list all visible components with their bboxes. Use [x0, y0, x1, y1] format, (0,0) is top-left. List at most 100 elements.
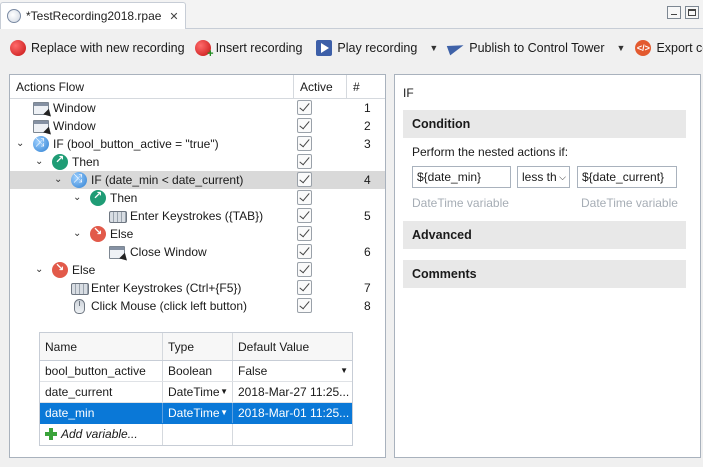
dropdown-arrow-icon[interactable]: ▼: [220, 382, 228, 402]
active-checkbox[interactable]: [297, 280, 312, 295]
variable-name-cell[interactable]: date_current: [40, 382, 163, 402]
action-row[interactable]: ⌄ Then: [10, 189, 385, 207]
collapse-chevron-icon[interactable]: ⌄: [73, 225, 81, 243]
editor-tab-title: *TestRecording2018.rpae: [26, 9, 162, 23]
variable-row-selected[interactable]: date_min DateTime ▼ 2018-Mar-01 11:25...: [40, 403, 352, 424]
type-column-header[interactable]: Type: [163, 333, 233, 360]
action-row[interactable]: Window 1: [10, 99, 385, 117]
record-add-icon: [194, 40, 214, 60]
then-branch-icon: [90, 189, 106, 206]
editor-tab-bar: *TestRecording2018.rpae ✕: [0, 0, 703, 29]
collapse-chevron-icon[interactable]: ⌄: [35, 261, 43, 279]
else-branch-icon: [90, 225, 106, 242]
dropdown-arrow-icon[interactable]: ▼: [340, 361, 348, 381]
active-checkbox[interactable]: [297, 208, 312, 223]
condition-icon: [71, 171, 87, 188]
variable-default-cell[interactable]: 2018-Mar-27 11:25...: [233, 382, 352, 402]
chevron-down-icon: ⌵: [559, 172, 566, 182]
window-icon: [33, 102, 49, 115]
perform-label: Perform the nested actions if:: [412, 145, 569, 159]
variable-name-cell[interactable]: bool_button_active: [40, 361, 163, 381]
close-tab-icon[interactable]: ✕: [169, 10, 178, 23]
action-row[interactable]: Close Window 6: [10, 243, 385, 261]
action-row[interactable]: Enter Keystrokes ({TAB}) 5: [10, 207, 385, 225]
variables-table: Name Type Default Value bool_button_acti…: [39, 332, 353, 446]
active-column-header[interactable]: Active: [294, 75, 347, 99]
dropdown-arrow-icon[interactable]: ▼: [220, 403, 228, 423]
publish-dropdown-icon[interactable]: ▼: [617, 43, 626, 53]
publish-button[interactable]: Publish to Control Tower: [444, 36, 608, 60]
actions-flow-column-header[interactable]: Actions Flow: [10, 75, 294, 99]
replace-recording-button[interactable]: Replace with new recording: [6, 36, 189, 60]
plus-icon: [45, 428, 57, 440]
condition-icon: [33, 135, 49, 152]
play-recording-button[interactable]: Play recording: [312, 36, 421, 60]
active-checkbox[interactable]: [297, 136, 312, 151]
empty-cell: [163, 424, 233, 445]
variable-type-cell[interactable]: DateTime ▼: [163, 382, 233, 402]
minimize-button[interactable]: [667, 6, 681, 19]
operator-select[interactable]: less th ⌵: [517, 166, 570, 188]
action-row[interactable]: Enter Keystrokes (Ctrl+{F5}) 7: [10, 279, 385, 297]
active-checkbox[interactable]: [297, 154, 312, 169]
properties-panel: IF Condition Perform the nested actions …: [394, 74, 701, 458]
action-row[interactable]: Click Mouse (click left button) 8: [10, 297, 385, 315]
variables-header: Name Type Default Value: [40, 333, 352, 361]
empty-cell: [233, 424, 352, 445]
add-variable-row[interactable]: Add variable...: [40, 424, 352, 445]
actions-flow-header: Actions Flow Active #: [10, 75, 385, 99]
variable-default-cell[interactable]: False ▼: [233, 361, 352, 381]
paper-plane-icon: [448, 41, 464, 55]
action-row[interactable]: Window 2: [10, 117, 385, 135]
variable-row[interactable]: bool_button_active Boolean False ▼: [40, 361, 352, 382]
comments-section-header[interactable]: Comments: [403, 260, 686, 288]
action-row[interactable]: ⌄ Else: [10, 225, 385, 243]
left-operand-hint: DateTime variable: [412, 196, 509, 210]
name-column-header[interactable]: Name: [40, 333, 163, 360]
collapse-chevron-icon[interactable]: ⌄: [16, 135, 24, 153]
action-row-selected[interactable]: ⌄ IF (date_min < date_current) 4: [10, 171, 385, 189]
record-icon: [10, 40, 26, 56]
collapse-chevron-icon[interactable]: ⌄: [35, 153, 43, 171]
add-variable-link[interactable]: Add variable...: [40, 424, 163, 445]
action-row[interactable]: ⌄ Else: [10, 261, 385, 279]
active-checkbox[interactable]: [297, 298, 312, 313]
right-operand-hint: DateTime variable: [581, 196, 678, 210]
keyboard-icon: [109, 211, 127, 223]
condition-section-header[interactable]: Condition: [403, 110, 686, 138]
active-checkbox[interactable]: [297, 244, 312, 259]
code-icon: </>: [635, 40, 652, 56]
left-operand-field[interactable]: ${date_min}: [412, 166, 511, 188]
active-checkbox[interactable]: [297, 172, 312, 187]
variable-name-cell[interactable]: date_min: [40, 403, 163, 423]
play-dropdown-icon[interactable]: ▼: [429, 43, 438, 53]
active-checkbox[interactable]: [297, 100, 312, 115]
mouse-icon: [74, 299, 85, 314]
insert-recording-button[interactable]: Insert recording: [191, 36, 307, 60]
advanced-section-header[interactable]: Advanced: [403, 221, 686, 249]
window-close-icon: [109, 246, 125, 259]
then-branch-icon: [52, 153, 68, 170]
default-value-column-header[interactable]: Default Value: [233, 333, 352, 360]
right-operand-field[interactable]: ${date_current}: [577, 166, 677, 188]
number-column-header[interactable]: #: [347, 75, 387, 99]
variable-default-cell[interactable]: 2018-Mar-01 11:25...: [233, 403, 352, 423]
keyboard-icon: [71, 283, 89, 295]
active-checkbox[interactable]: [297, 226, 312, 241]
active-checkbox[interactable]: [297, 190, 312, 205]
editor-tab[interactable]: *TestRecording2018.rpae ✕: [0, 2, 186, 29]
else-branch-icon: [52, 261, 68, 278]
variable-type-cell[interactable]: DateTime ▼: [163, 403, 233, 423]
collapse-chevron-icon[interactable]: ⌄: [54, 171, 62, 189]
active-checkbox[interactable]: [297, 262, 312, 277]
variable-type-cell[interactable]: Boolean: [163, 361, 233, 381]
actions-flow-panel: Actions Flow Active # Window 1 Window 2 …: [9, 74, 386, 458]
collapse-chevron-icon[interactable]: ⌄: [73, 189, 81, 207]
window-icon: [33, 120, 49, 133]
action-row[interactable]: ⌄ Then: [10, 153, 385, 171]
variable-row[interactable]: date_current DateTime ▼ 2018-Mar-27 11:25…: [40, 382, 352, 403]
export-code-button[interactable]: </> Export code: [631, 36, 703, 60]
action-row[interactable]: ⌄ IF (bool_button_active = "true") 3: [10, 135, 385, 153]
maximize-button[interactable]: [685, 6, 699, 19]
active-checkbox[interactable]: [297, 118, 312, 133]
